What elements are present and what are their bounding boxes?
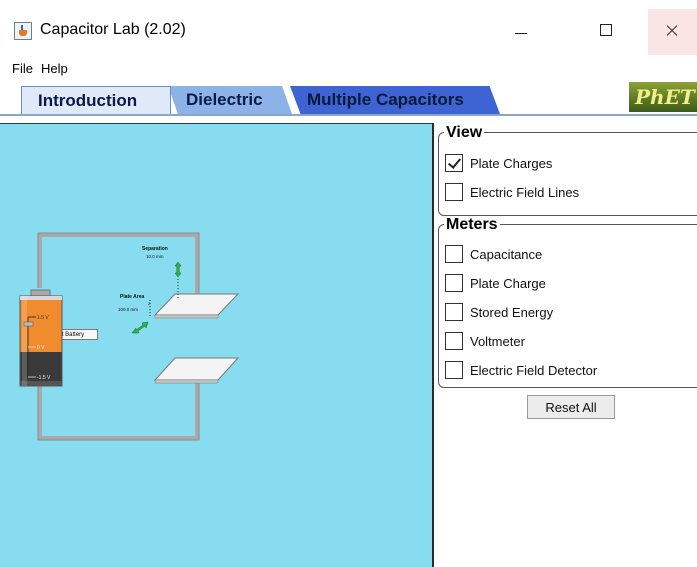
meters-group: Meters Capacitance Plate Charge Stored E… — [438, 216, 697, 388]
plate-charges-checkbox[interactable] — [445, 154, 463, 172]
separation-label: Separation — [142, 246, 168, 252]
plate-charge-label: Plate Charge — [470, 276, 546, 291]
separation-value: 10.0 mm — [146, 254, 164, 259]
view-group: View Plate Charges Electric Field Lines — [438, 124, 697, 216]
menu-help[interactable]: Help — [41, 61, 68, 76]
plate-area-drag-arrow[interactable] — [131, 321, 149, 334]
wires — [38, 233, 199, 440]
battery: 1.5 V 0 V -1.5 V — [19, 289, 63, 387]
plate-area-exponent: 2 — [148, 301, 151, 306]
close-button[interactable] — [648, 9, 697, 55]
tab-underline — [0, 114, 697, 116]
circuit-diagram: Separation 10.0 mm Plate Area 2 100.0 mm… — [19, 232, 240, 441]
capacitance-checkbox[interactable] — [445, 245, 463, 263]
meters-group-title: Meters — [444, 216, 500, 234]
electric-field-lines-checkbox[interactable] — [445, 183, 463, 201]
voltmeter-checkbox[interactable] — [445, 332, 463, 350]
battery-tick-high: 1.5 V — [37, 315, 49, 321]
window-title: Capacitor Lab (2.02) — [40, 21, 186, 38]
plate-area-label: Plate Area — [120, 294, 144, 300]
electric-field-detector-label: Electric Field Detector — [470, 363, 598, 378]
electric-field-lines-label: Electric Field Lines — [470, 185, 580, 200]
top-capacitor-plate[interactable] — [153, 293, 240, 316]
bottom-capacitor-plate[interactable] — [153, 357, 240, 381]
reset-all-button[interactable]: Reset All — [527, 395, 615, 419]
stored-energy-label: Stored Energy — [470, 305, 554, 320]
minimize-button[interactable] — [498, 9, 544, 55]
top-wire — [38, 233, 199, 296]
battery-tick-low: -1.5 V — [37, 375, 51, 381]
title-bar: Capacitor Lab (2.02) — [0, 0, 697, 56]
plate-area-value: 100.0 mm — [118, 307, 138, 312]
stored-energy-checkbox[interactable] — [445, 303, 463, 321]
plate-charges-label: Plate Charges — [470, 156, 553, 171]
voltmeter-label: Voltmeter — [470, 334, 525, 349]
maximize-button[interactable] — [584, 9, 630, 55]
view-group-title: View — [444, 124, 485, 142]
java-app-icon — [14, 22, 32, 40]
control-panel: View Plate Charges Electric Field Lines … — [434, 123, 697, 567]
separation-drag-arrow[interactable] — [174, 261, 182, 278]
battery-tick-zero: 0 V — [37, 345, 45, 351]
plate-charge-checkbox[interactable] — [445, 274, 463, 292]
phet-logo: PhET — [629, 82, 697, 112]
menu-bar: File Help — [0, 56, 697, 78]
play-area: Disconnect Battery Separation 10.0 mm — [0, 123, 434, 567]
tab-introduction[interactable]: Introduction — [21, 86, 171, 114]
tab-multiple-capacitors[interactable]: Multiple Capacitors — [290, 86, 500, 114]
menu-file[interactable]: File — [12, 61, 33, 76]
electric-field-detector-checkbox[interactable] — [445, 361, 463, 379]
tab-dielectric[interactable]: Dielectric — [168, 86, 292, 114]
capacitance-label: Capacitance — [470, 247, 543, 262]
bottom-wire — [38, 379, 199, 440]
